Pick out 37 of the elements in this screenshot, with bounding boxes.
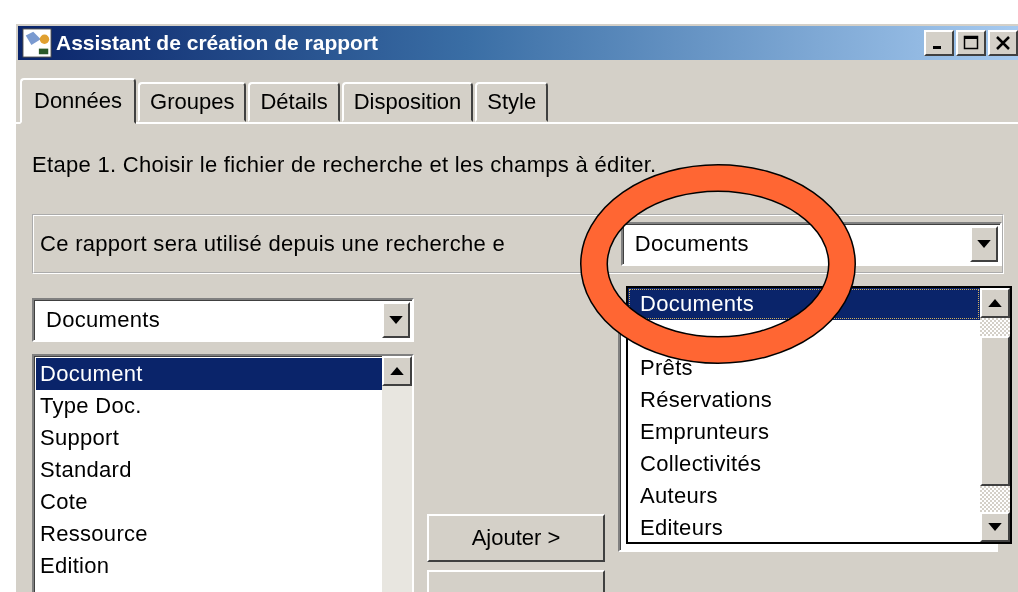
- dropdown-option[interactable]: Auteurs: [628, 480, 980, 512]
- list-item[interactable]: Support: [36, 422, 382, 454]
- source-label: Ce rapport sera utilisé depuis une recherche e: [40, 231, 507, 257]
- list-item[interactable]: Document: [36, 358, 382, 390]
- tab[interactable]: Groupes: [138, 82, 247, 122]
- dropdown-option[interactable]: Editeurs: [628, 512, 980, 544]
- tab[interactable]: Données: [20, 78, 137, 124]
- tab[interactable]: Détails: [248, 82, 340, 122]
- dropdown-option[interactable]: Prêts: [628, 352, 980, 384]
- dropdown-option[interactable]: Collectivités: [628, 448, 980, 480]
- scrollbar[interactable]: [382, 356, 412, 592]
- list-item[interactable]: Standard: [36, 454, 382, 486]
- list-item[interactable]: Ressource: [36, 518, 382, 550]
- source-combo[interactable]: Documents: [620, 222, 1002, 266]
- minimize-icon: [933, 45, 941, 49]
- dropdown-arrow-icon: [977, 239, 991, 249]
- close-button[interactable]: [988, 30, 1018, 56]
- scroll-up-icon: [390, 366, 404, 376]
- scroll-thumb[interactable]: [980, 336, 1010, 486]
- list-item[interactable]: Edition: [36, 550, 382, 582]
- minimize-button[interactable]: [924, 30, 954, 56]
- list-item[interactable]: Cote: [36, 486, 382, 518]
- scroll-up-icon: [988, 298, 1002, 308]
- dropdown-arrow-icon: [389, 315, 403, 325]
- app-icon: [22, 28, 52, 58]
- table-combo[interactable]: Documents: [32, 298, 414, 342]
- scrollbar[interactable]: [980, 288, 1010, 542]
- tab[interactable]: Disposition: [341, 82, 474, 122]
- maximize-button[interactable]: [956, 30, 986, 56]
- add-button[interactable]: Ajouter >: [427, 514, 605, 562]
- scroll-down-icon: [988, 522, 1002, 532]
- window-title: Assistant de création de rapport: [56, 31, 380, 55]
- list-item[interactable]: Type Doc.: [36, 390, 382, 422]
- tab[interactable]: Style: [475, 82, 549, 122]
- dropdown-option[interactable]: Réservations: [628, 384, 980, 416]
- step-instruction: Etape 1. Choisir le fichier de recherche et les champs à éditer.: [32, 152, 658, 178]
- dropdown-option[interactable]: Emprunteurs: [628, 416, 980, 448]
